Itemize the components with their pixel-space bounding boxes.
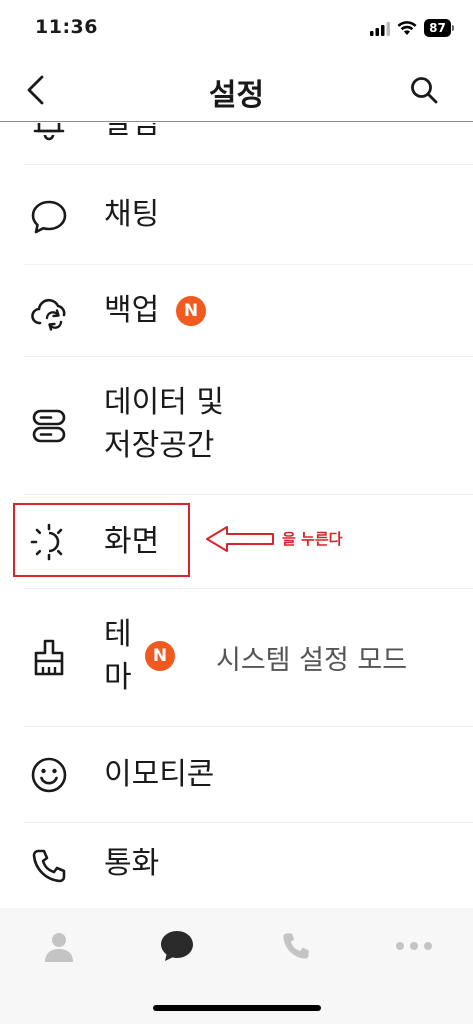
- battery-indicator: 87: [424, 19, 454, 37]
- cloud-sync-icon: [31, 298, 66, 331]
- settings-item-label: 백업: [104, 293, 160, 328]
- settings-item-label-line2: 저장공간: [104, 428, 215, 463]
- tab-more[interactable]: [394, 926, 434, 966]
- settings-item-label-line1: 데이터 및: [104, 385, 224, 420]
- status-bar: 11:36 87: [0, 0, 473, 58]
- battery-nub: [452, 25, 454, 31]
- settings-item-label-line2: 마: [104, 660, 132, 695]
- settings-item-label-line1: 테: [104, 617, 132, 652]
- settings-item-backup[interactable]: 백업 N: [24, 265, 473, 357]
- wifi-icon: [397, 21, 417, 35]
- settings-item-label: 채팅: [104, 197, 160, 232]
- battery-level: 87: [424, 19, 451, 37]
- smiley-icon: [31, 757, 67, 793]
- settings-item-label: 이모티콘: [104, 757, 215, 792]
- nav-header: 설정: [0, 58, 473, 122]
- tab-calls[interactable]: [276, 926, 316, 966]
- arrow-left-icon: [206, 526, 274, 552]
- tab-chats[interactable]: [157, 926, 197, 966]
- more-icon: [396, 942, 432, 950]
- phone-icon: [32, 849, 66, 883]
- tab-friends[interactable]: [39, 926, 79, 966]
- chat-icon: [161, 931, 193, 961]
- settings-item-emoticon[interactable]: 이모티콘: [24, 727, 473, 823]
- settings-item-theme[interactable]: 테 마 N 시스템 설정 모드: [24, 589, 473, 727]
- settings-item-data-storage[interactable]: 데이터 및 저장공간: [24, 357, 473, 495]
- display-highlight-box: [13, 503, 190, 577]
- new-badge: N: [145, 641, 175, 671]
- settings-item-label: 통화: [104, 846, 160, 881]
- home-indicator: [153, 1005, 321, 1011]
- cellular-signal-icon: [370, 22, 390, 36]
- settings-item-label: 알림: [104, 123, 160, 141]
- status-time: 11:36: [35, 16, 98, 38]
- chat-bubble-icon: [31, 200, 67, 234]
- settings-item-chat[interactable]: 채팅: [24, 165, 473, 265]
- storage-icon: [32, 409, 66, 443]
- settings-item-call[interactable]: 통화: [24, 823, 473, 908]
- person-icon: [45, 933, 73, 962]
- new-badge: N: [176, 296, 206, 326]
- paint-brush-icon: [34, 639, 64, 676]
- search-icon: [411, 77, 438, 104]
- annotation-text: 을 누른다: [282, 530, 343, 548]
- theme-current-value: 시스템 설정 모드: [216, 645, 408, 676]
- bell-icon: [33, 123, 65, 141]
- page-title: 설정: [208, 78, 265, 113]
- call-icon: [283, 933, 309, 959]
- search-button[interactable]: [404, 70, 444, 110]
- settings-item-notifications[interactable]: 알림: [24, 123, 473, 165]
